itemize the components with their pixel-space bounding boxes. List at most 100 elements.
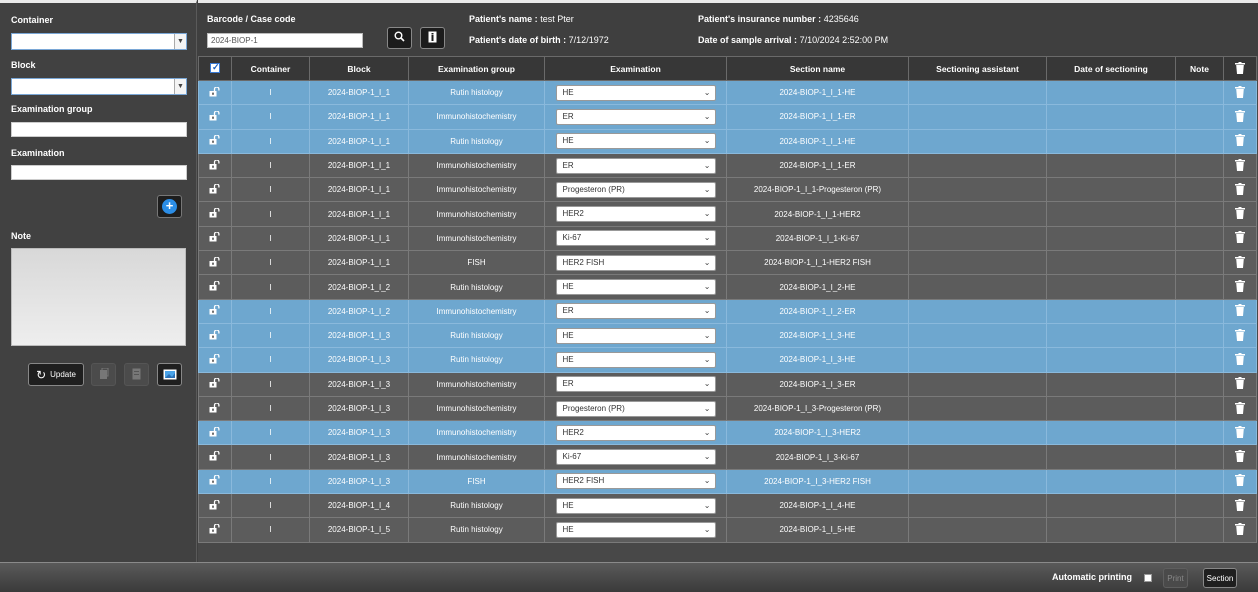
date-of-sectioning-cell[interactable] xyxy=(1046,493,1176,519)
date-of-sectioning-cell[interactable] xyxy=(1046,371,1176,397)
trash-icon[interactable] xyxy=(1235,231,1245,244)
select-all-header[interactable] xyxy=(198,56,232,81)
unlock-icon[interactable] xyxy=(209,256,221,267)
unlock-icon[interactable] xyxy=(209,183,221,194)
date-of-sectioning-cell[interactable] xyxy=(1046,322,1176,349)
date-of-sectioning-cell[interactable] xyxy=(1046,468,1176,495)
unlock-icon[interactable] xyxy=(209,135,221,145)
sectioning-assistant-cell[interactable] xyxy=(908,250,1047,276)
table-row[interactable]: I 2024-BIOP-1_I_1 Immunohistochemistry Ki-6… xyxy=(198,225,1257,252)
note-cell[interactable] xyxy=(1175,201,1224,227)
examination-field[interactable] xyxy=(11,165,187,180)
barcode-input[interactable]: 2024-BIOP-1 xyxy=(207,33,363,48)
note-cell[interactable] xyxy=(1175,371,1224,397)
unlock-icon[interactable] xyxy=(209,208,221,218)
note-cell[interactable] xyxy=(1175,225,1224,252)
column-header-container[interactable]: Container xyxy=(231,56,310,81)
table-row[interactable]: I 2024-BIOP-1_I_3 Immunohistochemistry ER ⌄ 2… xyxy=(198,371,1257,397)
note-cell[interactable] xyxy=(1175,177,1224,203)
unlock-icon[interactable] xyxy=(209,523,221,534)
column-header-date-of-sectioning[interactable]: Date of sectioning xyxy=(1046,56,1176,81)
sectioning-assistant-cell[interactable] xyxy=(908,493,1047,519)
row-lock-cell[interactable] xyxy=(198,225,232,252)
date-of-sectioning-cell[interactable] xyxy=(1046,444,1176,470)
unlock-icon[interactable] xyxy=(209,232,221,242)
delete-cell[interactable] xyxy=(1223,128,1257,154)
note-cell[interactable] xyxy=(1175,420,1224,446)
examination-select[interactable]: HE ⌄ xyxy=(555,133,716,150)
examination-select[interactable]: ER ⌄ xyxy=(555,376,716,393)
unlock-icon[interactable] xyxy=(209,426,221,437)
date-of-sectioning-cell[interactable] xyxy=(1046,128,1176,154)
date-of-sectioning-cell[interactable] xyxy=(1046,517,1176,543)
date-of-sectioning-cell[interactable] xyxy=(1046,201,1176,227)
sectioning-assistant-cell[interactable] xyxy=(908,444,1047,470)
examination-select[interactable]: Ki-67 ⌄ xyxy=(555,230,716,247)
table-row[interactable]: I 2024-BIOP-1_I_1 Immunohistochemistry ER ⌄ 2… xyxy=(198,104,1257,130)
examination-select[interactable]: HE ⌄ xyxy=(555,521,716,538)
row-lock-cell[interactable] xyxy=(198,128,232,154)
column-header-sectioning-assistant[interactable]: Sectioning assistant xyxy=(908,56,1047,81)
delete-all-header[interactable] xyxy=(1223,56,1257,81)
examination-select[interactable]: ER ⌄ xyxy=(555,303,716,320)
unlock-icon[interactable] xyxy=(209,353,221,364)
examination-select[interactable]: HE ⌄ xyxy=(555,497,716,514)
unlock-icon[interactable] xyxy=(209,110,221,121)
row-lock-cell[interactable] xyxy=(198,371,232,397)
automatic-printing-checkbox[interactable] xyxy=(1144,574,1152,582)
table-row[interactable]: I 2024-BIOP-1_I_3 Immunohistochemistry Ki-6… xyxy=(198,444,1257,470)
row-lock-cell[interactable] xyxy=(198,298,232,324)
unlock-icon[interactable] xyxy=(209,451,221,461)
date-of-sectioning-cell[interactable] xyxy=(1046,420,1176,446)
note-cell[interactable] xyxy=(1175,104,1224,130)
table-row[interactable]: I 2024-BIOP-1_I_2 Rutin histology HE ⌄ 2024-B… xyxy=(198,274,1257,300)
row-lock-cell[interactable] xyxy=(198,420,232,446)
document-button[interactable] xyxy=(124,363,149,386)
trash-icon[interactable] xyxy=(1235,158,1245,171)
column-header-examination[interactable]: Examination xyxy=(544,56,727,81)
examination-select[interactable]: Progesteron (PR) ⌄ xyxy=(555,400,716,417)
date-of-sectioning-cell[interactable] xyxy=(1046,79,1176,106)
trash-icon[interactable] xyxy=(1235,401,1245,414)
trash-icon[interactable] xyxy=(1235,304,1245,317)
date-of-sectioning-cell[interactable] xyxy=(1046,347,1176,373)
table-row[interactable]: I 2024-BIOP-1_I_1 Immunohistochemistry HER2… xyxy=(198,201,1257,227)
note-cell[interactable] xyxy=(1175,274,1224,300)
note-cell[interactable] xyxy=(1175,468,1224,495)
table-row[interactable]: I 2024-BIOP-1_I_1 Immunohistochemistry ER ⌄ 2… xyxy=(198,152,1257,179)
trash-icon[interactable] xyxy=(1235,255,1245,268)
table-row[interactable]: I 2024-BIOP-1_I_4 Rutin histology HE ⌄ 2024-B… xyxy=(198,493,1257,519)
note-cell[interactable] xyxy=(1175,152,1224,179)
note-cell[interactable] xyxy=(1175,347,1224,373)
column-header-examination-group[interactable]: Examination group xyxy=(408,56,545,81)
trash-icon[interactable] xyxy=(1235,377,1245,390)
row-lock-cell[interactable] xyxy=(198,493,232,519)
sectioning-assistant-cell[interactable] xyxy=(908,177,1047,203)
date-of-sectioning-cell[interactable] xyxy=(1046,104,1176,130)
date-of-sectioning-cell[interactable] xyxy=(1046,250,1176,276)
date-of-sectioning-cell[interactable] xyxy=(1046,274,1176,300)
update-button[interactable]: ↻ Update xyxy=(28,363,84,386)
table-row[interactable]: I 2024-BIOP-1_I_3 FISH HER2 FISH ⌄ 2024-BIOP-… xyxy=(198,468,1257,495)
trash-icon[interactable] xyxy=(1235,134,1245,147)
unlock-icon[interactable] xyxy=(209,281,221,291)
trash-icon[interactable] xyxy=(1235,182,1245,195)
trash-icon[interactable] xyxy=(1235,450,1245,463)
delete-cell[interactable] xyxy=(1223,274,1257,300)
delete-cell[interactable] xyxy=(1223,395,1257,422)
note-cell[interactable] xyxy=(1175,298,1224,324)
sectioning-assistant-cell[interactable] xyxy=(908,322,1047,349)
sectioning-assistant-cell[interactable] xyxy=(908,420,1047,446)
table-row[interactable]: I 2024-BIOP-1_I_3 Immunohistochemistry Prog… xyxy=(198,395,1257,422)
examination-select[interactable]: HE ⌄ xyxy=(555,279,716,296)
row-lock-cell[interactable] xyxy=(198,395,232,422)
row-lock-cell[interactable] xyxy=(198,79,232,106)
examination-select[interactable]: HE ⌄ xyxy=(555,84,716,101)
delete-cell[interactable] xyxy=(1223,347,1257,373)
section-button[interactable]: Section xyxy=(1203,568,1237,588)
delete-cell[interactable] xyxy=(1223,177,1257,203)
table-row[interactable]: I 2024-BIOP-1_I_5 Rutin histology HE ⌄ 2024-B… xyxy=(198,517,1257,543)
sectioning-assistant-cell[interactable] xyxy=(908,274,1047,300)
sectioning-assistant-cell[interactable] xyxy=(908,152,1047,179)
delete-cell[interactable] xyxy=(1223,322,1257,349)
